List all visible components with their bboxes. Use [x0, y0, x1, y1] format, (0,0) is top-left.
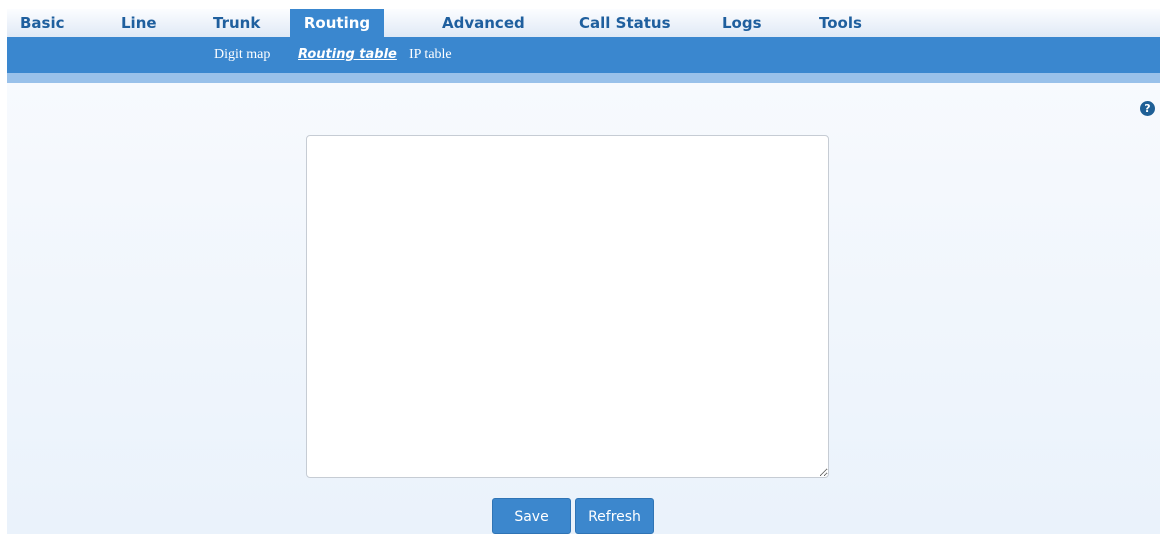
- tab-advanced[interactable]: Advanced: [442, 9, 525, 37]
- sub-nav: Digit map Routing table IP table: [7, 37, 1160, 73]
- nav-divider: [7, 73, 1160, 83]
- tab-line[interactable]: Line: [121, 9, 157, 37]
- subnav-ip-table[interactable]: IP table: [409, 37, 452, 73]
- subnav-digit-map[interactable]: Digit map: [214, 37, 270, 73]
- top-nav: Basic Line Trunk Routing Advanced Call S…: [7, 9, 1160, 37]
- subnav-routing-table[interactable]: Routing table: [298, 37, 397, 73]
- tab-logs[interactable]: Logs: [722, 9, 762, 37]
- page-frame: Basic Line Trunk Routing Advanced Call S…: [7, 9, 1160, 534]
- tab-tools[interactable]: Tools: [819, 9, 862, 37]
- routing-table-textarea[interactable]: [306, 135, 829, 478]
- tab-call-status[interactable]: Call Status: [579, 9, 671, 37]
- tab-routing[interactable]: Routing: [290, 9, 384, 37]
- tab-basic[interactable]: Basic: [20, 9, 65, 37]
- tab-trunk[interactable]: Trunk: [213, 9, 260, 37]
- refresh-button[interactable]: Refresh: [575, 498, 654, 534]
- help-icon[interactable]: ?: [1140, 101, 1155, 116]
- save-button[interactable]: Save: [492, 498, 571, 534]
